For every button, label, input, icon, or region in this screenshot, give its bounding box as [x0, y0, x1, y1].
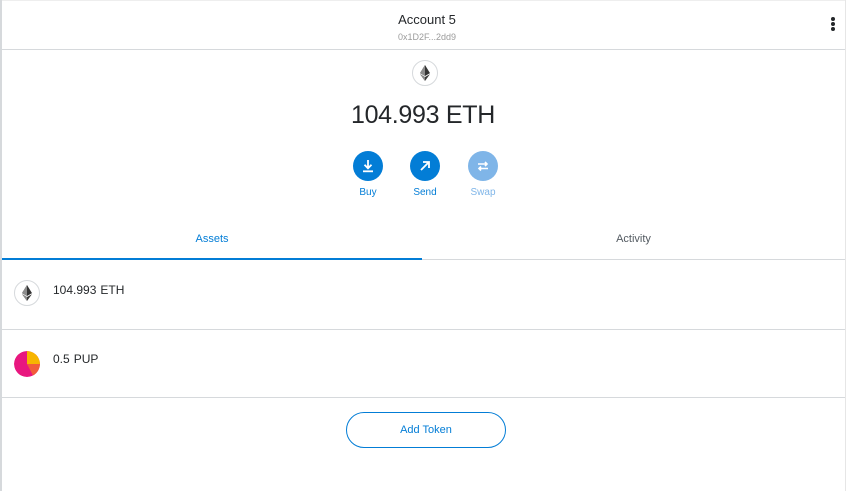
pup-token-icon: [14, 351, 40, 377]
asset-list-item-eth[interactable]: 104.993 ETH: [2, 262, 845, 330]
ethereum-icon: [14, 280, 40, 306]
eth-balance: 104.993 ETH: [0, 98, 846, 132]
account-address[interactable]: 0x1D2F...2dd9: [327, 30, 527, 44]
send-label: Send: [413, 187, 437, 198]
swap-arrows-icon: [468, 151, 498, 181]
asset-symbol: PUP: [73, 352, 99, 366]
buy-button[interactable]: Buy: [338, 151, 398, 199]
buy-label: Buy: [359, 187, 377, 198]
kebab-menu-icon[interactable]: [827, 17, 839, 35]
diagonal-arrow-icon: [410, 151, 440, 181]
download-arrow-icon: [353, 151, 383, 181]
balance-symbol: ETH: [445, 101, 496, 129]
swap-label: Swap: [470, 187, 496, 198]
account-selector-button[interactable]: Account 5 0x1D2F...2dd9: [327, 7, 527, 45]
swap-button[interactable]: Swap: [453, 151, 513, 199]
asset-amount: 104.993: [53, 283, 97, 297]
tab-bar: Assets Activity: [2, 222, 845, 260]
send-button[interactable]: Send: [395, 151, 455, 199]
ethereum-icon: [412, 60, 438, 86]
tab-activity[interactable]: Activity: [422, 222, 845, 260]
asset-balance: 0.5 PUP: [53, 351, 98, 367]
account-header: Account 5 0x1D2F...2dd9: [2, 0, 845, 50]
tab-assets[interactable]: Assets: [2, 222, 422, 260]
asset-amount: 0.5: [53, 352, 70, 366]
asset-symbol: ETH: [100, 283, 125, 297]
balance-value: 104.993: [350, 101, 440, 129]
account-name: Account 5: [398, 12, 456, 27]
add-token-button[interactable]: Add Token: [346, 412, 506, 448]
asset-list-item-pup[interactable]: 0.5 PUP: [2, 330, 845, 398]
asset-balance: 104.993 ETH: [53, 282, 124, 298]
